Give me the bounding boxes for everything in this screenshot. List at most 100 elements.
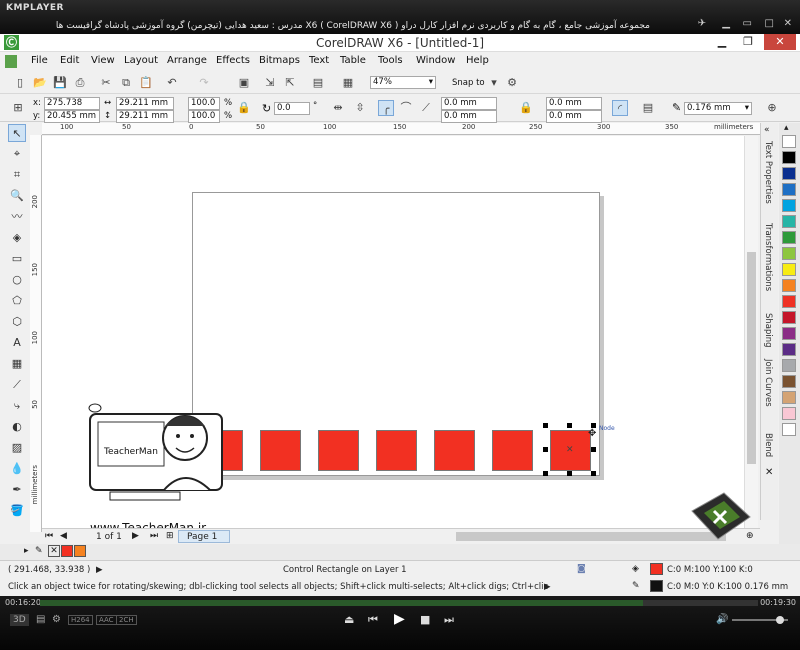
- outline-pen-tool-icon[interactable]: ✒: [8, 481, 26, 499]
- relative-corner-scaling-icon[interactable]: ◜: [612, 100, 628, 116]
- palette-swatch[interactable]: [782, 167, 796, 180]
- outline-color-swatch[interactable]: [650, 580, 663, 592]
- import-icon[interactable]: ⇲: [262, 75, 278, 91]
- menu-edit[interactable]: Edit: [60, 55, 79, 66]
- docker-tab-text-properties[interactable]: Text Properties: [763, 141, 773, 204]
- chevron-down-icon[interactable]: ▾: [486, 75, 502, 91]
- corner-radius-top-right[interactable]: 0.0 mm: [546, 97, 602, 110]
- eyedropper-tool-icon[interactable]: 💧: [8, 460, 26, 478]
- menu-tools[interactable]: Tools: [378, 55, 403, 66]
- smart-fill-tool-icon[interactable]: ◈: [8, 229, 26, 247]
- selection-handle[interactable]: [591, 447, 596, 452]
- search-content-icon[interactable]: ▣: [236, 75, 252, 91]
- palette-swatch[interactable]: [782, 199, 796, 212]
- palette-swatch[interactable]: [782, 183, 796, 196]
- palette-swatch[interactable]: [782, 375, 796, 388]
- dimension-tool-icon[interactable]: ⟋: [8, 376, 26, 394]
- last-page-icon[interactable]: ⏭: [150, 531, 158, 541]
- options-icon[interactable]: ⚙: [504, 75, 520, 91]
- snap-to-button[interactable]: Snap to: [452, 78, 485, 88]
- close-button[interactable]: ✕: [764, 34, 796, 50]
- height-field[interactable]: 29.211 mm: [116, 110, 174, 123]
- selection-handle[interactable]: [543, 447, 548, 452]
- palette-swatch[interactable]: [782, 407, 796, 420]
- selection-handle[interactable]: [567, 423, 572, 428]
- palette-swatch[interactable]: [782, 295, 796, 308]
- pick-tool-icon[interactable]: ↖: [8, 124, 26, 142]
- menu-help[interactable]: Help: [466, 55, 489, 66]
- export-icon[interactable]: ⇱: [282, 75, 298, 91]
- blend-tool-icon[interactable]: ◐: [8, 418, 26, 436]
- palette-swatch[interactable]: [782, 263, 796, 276]
- fill-color-swatch[interactable]: [650, 563, 663, 575]
- selection-handle[interactable]: [591, 471, 596, 476]
- paste-icon[interactable]: 📋: [138, 75, 154, 91]
- docker-tab-join-curves[interactable]: Join Curves: [763, 359, 773, 407]
- menu-effects[interactable]: Effects: [216, 55, 250, 66]
- publish-pdf-icon[interactable]: ▤: [310, 75, 326, 91]
- palette-swatch[interactable]: [782, 215, 796, 228]
- palette-swatch[interactable]: [782, 135, 796, 148]
- add-page-icon[interactable]: ⊞: [166, 531, 174, 541]
- menu-file[interactable]: File: [31, 55, 48, 66]
- scroll-thumb[interactable]: [747, 252, 756, 464]
- wrap-text-icon[interactable]: ▤: [640, 100, 656, 116]
- page-tab[interactable]: Page 1: [178, 530, 230, 543]
- palette-swatch[interactable]: [782, 423, 796, 436]
- cut-icon[interactable]: ✂: [98, 75, 114, 91]
- hint-arrow-icon[interactable]: ▶: [544, 582, 551, 592]
- rotation-angle-field[interactable]: 0.0: [274, 102, 310, 115]
- transparency-tool-icon[interactable]: ▨: [8, 439, 26, 457]
- palette-swatch[interactable]: [782, 279, 796, 292]
- crosshair-icon[interactable]: ⊕: [764, 100, 780, 116]
- next-page-icon[interactable]: ▶: [132, 531, 139, 541]
- undo-icon[interactable]: ↶: [164, 75, 180, 91]
- minimize-button[interactable]: ▁: [710, 34, 734, 50]
- no-color-swatch[interactable]: ✕: [48, 545, 60, 557]
- copy-icon[interactable]: ⧉: [118, 75, 134, 91]
- scale-x-field[interactable]: 100.0: [188, 97, 220, 110]
- player-close-button[interactable]: ✕: [784, 18, 792, 29]
- connector-tool-icon[interactable]: ⤷: [8, 397, 26, 415]
- zoom-level-select[interactable]: 47% ▾: [370, 76, 436, 89]
- player-restore-button[interactable]: ▭: [743, 18, 752, 29]
- corner-radius-top-left[interactable]: 0.0 mm: [441, 97, 497, 110]
- rectangle-tool-icon[interactable]: ▭: [8, 250, 26, 268]
- palette-swatch[interactable]: [782, 359, 796, 372]
- scalloped-corner-icon[interactable]: ⌒: [398, 100, 414, 116]
- palette-swatch[interactable]: [782, 231, 796, 244]
- scale-y-field[interactable]: 100.0: [188, 110, 220, 123]
- eyedropper-icon[interactable]: ✎: [35, 546, 43, 556]
- pin-icon[interactable]: ✈: [698, 18, 706, 29]
- volume-slider[interactable]: [732, 616, 788, 624]
- player-maximize-button[interactable]: □: [765, 18, 774, 29]
- shape-tool-icon[interactable]: ⌖: [8, 145, 26, 163]
- document-color-swatch[interactable]: [61, 545, 73, 557]
- docker-tab-shaping[interactable]: Shaping: [763, 313, 773, 348]
- menu-bitmaps[interactable]: Bitmaps: [259, 55, 300, 66]
- red-rectangle[interactable]: [434, 430, 475, 471]
- object-origin-icon[interactable]: ⊞: [10, 100, 26, 116]
- palette-swatch[interactable]: [782, 151, 796, 164]
- expand-arrow-icon[interactable]: ▶: [96, 565, 103, 575]
- document-palette-arrow-icon[interactable]: ▸: [24, 546, 29, 556]
- collapse-docker-icon[interactable]: «: [764, 125, 770, 135]
- menu-arrange[interactable]: Arrange: [167, 55, 207, 66]
- basic-shapes-tool-icon[interactable]: ⬡: [8, 313, 26, 331]
- stop-icon[interactable]: ■: [420, 613, 430, 626]
- docker-tab-transformations[interactable]: Transformations: [763, 223, 773, 291]
- seek-bar[interactable]: [40, 600, 758, 606]
- selection-handle[interactable]: [543, 423, 548, 428]
- mirror-horizontal-icon[interactable]: ⇹: [330, 100, 346, 116]
- palette-swatch[interactable]: [782, 247, 796, 260]
- corner-radius-bottom-left[interactable]: 0.0 mm: [441, 110, 497, 123]
- palette-scroll-up-icon[interactable]: ▴: [784, 123, 789, 133]
- red-rectangle[interactable]: [260, 430, 301, 471]
- red-rectangle[interactable]: [318, 430, 359, 471]
- fill-tool-icon[interactable]: 🪣: [8, 502, 26, 520]
- docker-tab-blend[interactable]: Blend: [763, 433, 773, 457]
- settings-icon[interactable]: ⚙: [52, 614, 61, 625]
- width-field[interactable]: 29.211 mm: [116, 97, 174, 110]
- mirror-vertical-icon[interactable]: ⇳: [352, 100, 368, 116]
- previous-icon[interactable]: ⏮: [368, 613, 378, 627]
